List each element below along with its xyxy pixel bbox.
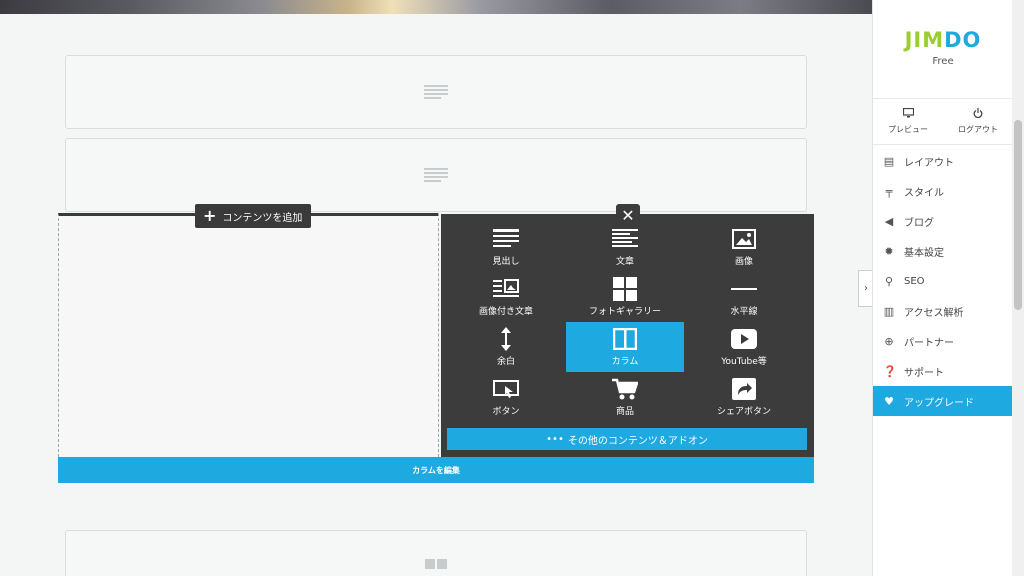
- text-block-placeholder[interactable]: [65, 55, 807, 129]
- panel-item-label: 文章: [615, 257, 634, 267]
- panel-item-product[interactable]: 商品: [566, 372, 684, 422]
- sidebar-item-label: ブログ: [904, 217, 934, 229]
- add-content-button[interactable]: + コンテンツを追加: [195, 204, 312, 228]
- panel-item-label: 見出し: [492, 257, 520, 267]
- sidebar-item-label: レイアウト: [904, 157, 954, 169]
- panel-item-text[interactable]: 文章: [566, 222, 684, 272]
- add-content-panel: 見出し 文章 画像 画像付き文章 フォトギャラリー 水平線 余白 カラム You…: [441, 214, 814, 457]
- share-icon: [732, 377, 756, 401]
- text-placeholder-icon: [424, 83, 448, 101]
- panel-item-label: 画像: [734, 257, 753, 267]
- sidebar-item-label: パートナー: [904, 337, 954, 349]
- image-icon: [732, 227, 756, 251]
- panel-item-label: 水平線: [730, 307, 758, 317]
- panel-item-button[interactable]: ボタン: [447, 372, 565, 422]
- panel-item-label: フォトギャラリー: [588, 307, 661, 317]
- heart-icon: ♥: [884, 394, 894, 408]
- panel-item-label: 商品: [615, 407, 634, 417]
- power-icon: [973, 108, 983, 120]
- search-icon: ⚲: [884, 274, 894, 288]
- youtube-icon: [731, 327, 757, 351]
- panel-item-text-with-image[interactable]: 画像付き文章: [447, 272, 565, 322]
- horizontal-line-icon: [731, 277, 757, 301]
- gallery-block-placeholder[interactable]: [65, 530, 807, 576]
- sidebar-item-support[interactable]: ❓ サポート: [873, 356, 1013, 386]
- paint-roller-icon: ╤: [885, 184, 893, 198]
- panel-item-photo-gallery[interactable]: フォトギャラリー: [566, 272, 684, 322]
- panel-item-label: カラム: [611, 357, 639, 367]
- add-content-label: コンテンツを追加: [222, 212, 303, 224]
- column-left[interactable]: [58, 213, 438, 457]
- edit-column-button[interactable]: カラムを編集: [58, 457, 814, 483]
- heading-icon: [493, 227, 519, 251]
- header-image: [0, 0, 872, 14]
- panel-item-share-button[interactable]: シェアボタン: [685, 372, 803, 422]
- button-icon: [493, 377, 519, 401]
- panel-item-spacing[interactable]: 余白: [447, 322, 565, 372]
- spacing-icon: [500, 327, 512, 351]
- more-content-label: その他のコンテンツ＆アドオン: [567, 435, 708, 447]
- sidebar-item-label: アクセス解析: [904, 307, 964, 319]
- sidebar-item-label: SEO: [904, 275, 925, 287]
- megaphone-icon: ◀: [884, 214, 894, 228]
- plus-icon: +: [203, 206, 217, 225]
- scrollbar-thumb[interactable]: [1014, 120, 1022, 310]
- monitor-icon: [902, 107, 914, 120]
- more-content-button[interactable]: ••• その他のコンテンツ＆アドオン: [447, 428, 807, 450]
- sidebar-item-settings[interactable]: ✹ 基本設定: [873, 236, 1013, 266]
- gear-icon: ✹: [884, 244, 894, 258]
- column-icon: [613, 327, 637, 351]
- cart-icon: [612, 377, 638, 401]
- sidebar-item-label: アップグレード: [904, 397, 974, 409]
- photo-gallery-icon: [613, 277, 637, 301]
- text-with-image-icon: [493, 277, 519, 301]
- gallery-placeholder-icon: [425, 559, 447, 569]
- text-placeholder-icon: [424, 166, 448, 184]
- sidebar-item-label: サポート: [904, 367, 944, 379]
- scrollbar[interactable]: [1012, 0, 1024, 576]
- text-block-placeholder[interactable]: [65, 138, 807, 212]
- panel-item-label: 余白: [496, 357, 515, 367]
- panel-item-label: シェアボタン: [716, 407, 771, 417]
- text-icon: [612, 227, 638, 251]
- bar-chart-icon: ▥: [883, 304, 895, 318]
- logo-wordmark: JIMDO: [904, 28, 982, 52]
- sidebar-item-seo[interactable]: ⚲ SEO: [873, 266, 1013, 296]
- sidebar-item-partner[interactable]: ⊕ パートナー: [873, 326, 1013, 356]
- logout-label: ログアウト: [958, 125, 998, 134]
- sidebar-item-layout[interactable]: ▤ レイアウト: [873, 146, 1013, 176]
- jimdo-sidebar: JIMDO Free プレビュー ログアウト ▤ レイアウト ╤ スタイル ◀ ブログ…: [872, 0, 1013, 576]
- panel-item-label: YouTube等: [721, 357, 767, 367]
- panel-item-column[interactable]: カラム: [566, 322, 684, 372]
- layout-icon: ▤: [883, 154, 895, 168]
- close-panel-button[interactable]: ✕: [616, 204, 640, 228]
- question-icon: ❓: [883, 364, 897, 378]
- panel-item-youtube[interactable]: YouTube等: [685, 322, 803, 372]
- panel-item-heading[interactable]: 見出し: [447, 222, 565, 272]
- sidebar-item-style[interactable]: ╤ スタイル: [873, 176, 1013, 206]
- sidebar-collapse-button[interactable]: ›: [858, 270, 873, 307]
- panel-item-label: ボタン: [492, 407, 520, 417]
- logout-button[interactable]: ログアウト: [943, 99, 1013, 144]
- close-icon: ✕: [621, 206, 635, 225]
- panel-item-horizontal-line[interactable]: 水平線: [685, 272, 803, 322]
- preview-label: プレビュー: [888, 125, 928, 134]
- plus-circle-icon: ⊕: [884, 334, 894, 348]
- chevron-right-icon: ›: [864, 283, 868, 294]
- sidebar-item-label: 基本設定: [904, 247, 944, 259]
- sidebar-item-analytics[interactable]: ▥ アクセス解析: [873, 296, 1013, 326]
- panel-item-image[interactable]: 画像: [685, 222, 803, 272]
- edit-column-label: カラムを編集: [412, 465, 460, 475]
- jimdo-logo: JIMDO Free: [873, 28, 1013, 67]
- dots-icon: •••: [546, 433, 564, 445]
- panel-item-label: 画像付き文章: [478, 307, 533, 317]
- sidebar-item-label: スタイル: [904, 187, 944, 199]
- preview-button[interactable]: プレビュー: [873, 99, 943, 144]
- plan-label: Free: [932, 56, 954, 67]
- sidebar-item-upgrade[interactable]: ♥ アップグレード: [873, 386, 1013, 416]
- sidebar-item-blog[interactable]: ◀ ブログ: [873, 206, 1013, 236]
